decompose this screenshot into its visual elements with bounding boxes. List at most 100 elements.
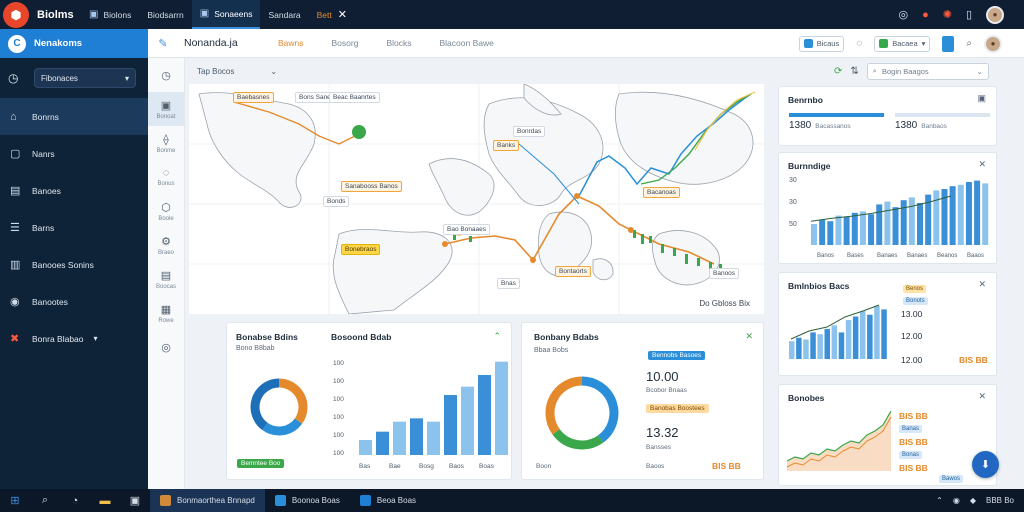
- info-chip: Banobas Boostees: [646, 404, 709, 413]
- sidebar-item-5[interactable]: ▥ Banooes Sonins: [0, 246, 148, 283]
- sync-icon[interactable]: ⇅: [850, 66, 858, 77]
- map-label[interactable]: Sanabooss Banos: [341, 181, 402, 192]
- sidebar-item-home[interactable]: ⌂ Bonrns: [0, 98, 148, 135]
- folder-icon[interactable]: ▬: [90, 495, 120, 507]
- bar-chart: Banos Bases Banaes Banaes Beanos Baaos: [810, 180, 989, 259]
- map-label[interactable]: Bonds: [323, 196, 350, 207]
- bar: [838, 332, 845, 359]
- network-icon[interactable]: ◉: [953, 496, 960, 505]
- start-icon[interactable]: ⊞: [0, 494, 30, 507]
- rail-item-3[interactable]: ◌ Bonus: [148, 160, 184, 194]
- rail-item-6[interactable]: ▤ Boocas: [148, 262, 184, 296]
- refresh-icon[interactable]: ◌: [856, 38, 862, 49]
- row-label: Bawos: [939, 475, 964, 483]
- window-tab-5[interactable]: Bett ✕: [309, 0, 355, 29]
- window-icon[interactable]: ▯: [966, 8, 972, 21]
- rail-item-1[interactable]: ▣ Bonoat: [148, 92, 184, 126]
- x-tick-label: Baaos: [967, 253, 984, 259]
- chevron-down-icon[interactable]: ⌄: [270, 67, 277, 76]
- window-tab-4[interactable]: Sandara: [260, 0, 308, 29]
- expand-icon[interactable]: ⌃: [493, 331, 501, 342]
- map-label[interactable]: Bacanoas: [643, 187, 680, 198]
- brand-icon: C: [8, 34, 26, 53]
- bar: [811, 224, 817, 245]
- notification-icon[interactable]: ◎: [898, 8, 908, 21]
- header-select[interactable]: Bacaea ▾: [874, 35, 931, 52]
- map-panel[interactable]: Baebasnes Bons Sanes Beac Baanrtes Bonrd…: [189, 84, 764, 314]
- chart-icon: ▥: [10, 259, 21, 271]
- rail-item-7[interactable]: ▦ Rowe: [148, 296, 184, 330]
- header-blue-button[interactable]: [942, 35, 955, 52]
- panel-title: Benrnbo: [788, 95, 823, 105]
- taskbar-app-2[interactable]: Boonoa Boas: [265, 489, 350, 512]
- sidebar-item-7[interactable]: ✖ Bonra Blabao ▾: [0, 320, 148, 357]
- refresh-icon[interactable]: ⟳: [834, 66, 842, 77]
- window-tab-1[interactable]: ▣ Biolons: [81, 0, 139, 29]
- sidebar-brand[interactable]: C Nenakoms: [0, 29, 148, 58]
- taskbar-app-1[interactable]: Bonmaorthea Bnnapd: [150, 489, 265, 512]
- sidebar-item-2[interactable]: ▢ Nanrs: [0, 135, 148, 172]
- map-label[interactable]: Beac Baanrtes: [329, 92, 380, 103]
- window-tab-3[interactable]: ▣ Sonaeens: [191, 0, 261, 29]
- rail-item-clock[interactable]: ◷: [148, 58, 184, 92]
- taskbar-app-3[interactable]: Beoa Boas: [350, 489, 426, 512]
- map-label[interactable]: Baebasnes: [233, 92, 274, 103]
- tab-3[interactable]: Blocks: [372, 38, 425, 48]
- sidebar-item-6[interactable]: ◉ Banootes: [0, 283, 148, 320]
- window-tab-2[interactable]: Biodsarrn: [139, 0, 191, 29]
- volume-icon[interactable]: ◆: [970, 496, 976, 505]
- header-button-1[interactable]: Bicaus: [798, 35, 845, 52]
- bar: [376, 431, 389, 455]
- chevron-up-icon[interactable]: ⌃: [936, 496, 943, 505]
- y-tick: 30: [789, 199, 797, 206]
- shield-icon: ⬡: [161, 201, 171, 214]
- x-tick-label: Beanos: [937, 253, 957, 259]
- map-label[interactable]: Banks: [493, 140, 520, 151]
- donut-slice: [278, 378, 308, 424]
- alert-icon[interactable]: ●: [922, 9, 929, 21]
- avatar[interactable]: ●: [986, 5, 1004, 24]
- map-label[interactable]: Banoos: [709, 268, 740, 279]
- bar: [824, 328, 830, 359]
- trend-panel: Bonobes ✕ BIS BB Banas BIS BB Bonas BIS …: [778, 384, 997, 486]
- bar: [789, 341, 795, 359]
- app-icon[interactable]: ▣: [120, 494, 150, 507]
- settings-icon[interactable]: ✺: [943, 8, 952, 21]
- tab-1[interactable]: Bawns: [264, 38, 318, 48]
- map-filter-label[interactable]: Tap Bocos: [197, 67, 234, 76]
- rail-item-2[interactable]: ⟠ Bonme: [148, 126, 184, 160]
- sidebar-item-4[interactable]: ☰ Barns: [0, 209, 148, 246]
- sidebar-item-3[interactable]: ▤ Banoes: [0, 172, 148, 209]
- app-name: Biolms: [37, 8, 74, 21]
- add-button[interactable]: ⬇: [972, 451, 999, 478]
- map-label[interactable]: Bonebraos: [341, 244, 381, 255]
- bar: [957, 184, 964, 245]
- search-icon[interactable]: ⌕: [30, 494, 60, 507]
- donut-slice: [262, 418, 303, 436]
- map-label[interactable]: Bnas: [497, 278, 520, 289]
- row-label: Banas: [899, 425, 923, 433]
- rail-item-8[interactable]: ◎: [148, 330, 184, 364]
- avatar[interactable]: ●: [984, 34, 1002, 53]
- donut-slice: [250, 378, 280, 431]
- map-label[interactable]: Bonrdas: [513, 126, 546, 137]
- rail-item-4[interactable]: ⬡ Boole: [148, 194, 184, 228]
- page-title: Nonanda.ja: [184, 37, 238, 49]
- bar: [859, 211, 866, 245]
- x-tick-label: Bas: [359, 463, 371, 470]
- search-icon[interactable]: ⌕: [966, 38, 972, 49]
- tab-2[interactable]: Bosorg: [318, 38, 373, 48]
- browser-icon[interactable]: ◔: [60, 495, 90, 507]
- map-label[interactable]: Bao Bonaaes: [443, 224, 491, 235]
- workspace-select[interactable]: Fibonaces ▾: [34, 68, 136, 88]
- window-icon[interactable]: ▣: [977, 93, 986, 104]
- tab-4[interactable]: Blacoon Bawe: [426, 38, 508, 48]
- map-search-input[interactable]: ⌕ Bogin Baagos ⌄: [866, 62, 989, 80]
- map-label[interactable]: Bontaorts: [555, 266, 591, 277]
- y-tick: 30: [789, 177, 797, 184]
- square-icon: [803, 39, 813, 48]
- close-tab-icon[interactable]: ✕: [338, 8, 347, 21]
- rail-item-5[interactable]: ⚙ Braeo: [148, 228, 184, 262]
- edit-icon[interactable]: ✎: [148, 37, 178, 50]
- bar: [876, 204, 883, 245]
